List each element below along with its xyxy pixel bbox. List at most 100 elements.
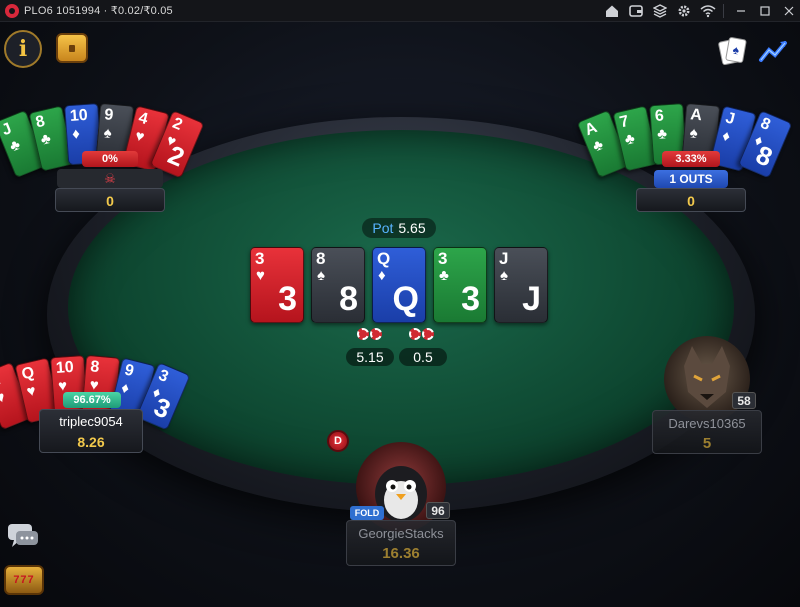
card-suit: ♣ — [7, 135, 23, 155]
chat-icon[interactable] — [6, 522, 40, 552]
card-suit: ♠ — [500, 267, 508, 284]
bottom-player-plate[interactable]: GeorgieStacks 16.36 — [346, 520, 456, 566]
card-suit: ♦ — [378, 267, 386, 284]
right-player-level: 58 — [732, 392, 756, 409]
card-suit: ♥ — [89, 375, 100, 394]
left-equity-badge: 96.67% — [63, 392, 121, 408]
wifi-icon — [697, 0, 719, 22]
maximize-icon[interactable] — [754, 0, 776, 22]
board-card-4: 3 ♣ 3 — [433, 247, 487, 323]
card-suit: ♥ — [25, 381, 38, 401]
bottom-player-name: GeorgieStacks — [358, 526, 444, 541]
top-right-outs-badge: 1 OUTS — [654, 170, 728, 188]
card-suit: ♣ — [39, 129, 53, 149]
board-card-3: Q ♦ Q — [372, 247, 426, 323]
card-suit: ♣ — [590, 135, 606, 155]
card-suit: ♠ — [689, 123, 699, 142]
window-title: PLO6 1051994 · ₹0.02/₹0.05 — [24, 5, 173, 17]
card-rank-large: 3 — [278, 280, 297, 318]
bet-amount-1: 5.15 — [346, 348, 394, 366]
card-suit: ♠ — [103, 123, 113, 142]
card-rank: 3 — [155, 366, 171, 386]
card-rank: 8 — [757, 114, 773, 134]
left-player-plate[interactable]: triplec9054 8.26 — [39, 409, 143, 453]
dealer-button: D — [327, 430, 349, 452]
card-rank: 8 — [34, 112, 47, 131]
hand-history-icon[interactable]: ♠ — [717, 36, 747, 66]
card-rank: 3 — [438, 249, 448, 268]
right-player-name: Darevs10365 — [668, 416, 746, 431]
card-rank: 9 — [122, 361, 136, 380]
top-left-equity-badge: 0% — [82, 151, 138, 167]
card-suit: ♣ — [439, 267, 449, 284]
info-rank-icon: i — [18, 36, 28, 62]
card-rank: 3 — [255, 249, 265, 268]
card-suit: ♥ — [256, 267, 265, 284]
card-rank-large: 8 — [339, 280, 358, 318]
card-suit: ♠ — [317, 267, 325, 284]
card-suit: ♥ — [0, 387, 8, 407]
title-bar: PLO6 1051994 · ₹0.02/₹0.05 — [0, 0, 800, 22]
home-icon[interactable] — [601, 0, 623, 22]
card-rank: 10 — [69, 106, 89, 125]
bottom-player-stack: 16.36 — [382, 545, 420, 562]
top-right-equity-badge: 3.33% — [662, 151, 720, 167]
card-rank: J — [723, 109, 737, 128]
card-rank: Q — [20, 363, 37, 383]
close-icon[interactable] — [778, 0, 800, 22]
stats-chart-icon[interactable] — [758, 36, 790, 66]
bottom-player-fold-tag: FOLD — [350, 506, 384, 520]
card-suit: ♣ — [623, 129, 637, 149]
lobby-button[interactable]: i — [4, 30, 42, 68]
skull-icon: ☠ — [104, 170, 116, 186]
left-player-name: triplec9054 — [59, 414, 123, 429]
card-rank-large: Q — [392, 280, 419, 318]
cashier-icon[interactable] — [625, 0, 647, 22]
card-rank: 9 — [103, 105, 114, 124]
card-rank: A — [689, 105, 703, 124]
card-suit: ♥ — [133, 126, 147, 146]
card-rank-large: J — [522, 280, 541, 318]
title-divider — [723, 4, 724, 18]
top-right-player-hand: A ♣ 7 ♣ 6 ♣ A ♠ J ♦ 8 ♦ 8 — [576, 92, 793, 182]
app-logo-icon — [5, 3, 19, 18]
right-player-plate[interactable]: Darevs10365 5 — [652, 410, 762, 454]
left-player-stack: 8.26 — [77, 434, 105, 450]
card-rank: 7 — [618, 112, 631, 131]
card-rank: Q — [377, 249, 391, 268]
bet-chips-1 — [357, 328, 383, 340]
treasure-chest-icon[interactable] — [56, 33, 88, 63]
card-suit: ♣ — [656, 124, 668, 143]
card-rank: J — [499, 249, 509, 268]
board-card-1: 3 ♥ 3 — [250, 247, 304, 323]
card-rank: 2 — [169, 114, 185, 134]
top-left-stack: 0 — [106, 193, 114, 209]
top-right-stack: 0 — [687, 193, 695, 209]
top-left-player-plate: 0 — [55, 188, 165, 212]
card-suit: ♦ — [119, 378, 131, 398]
card-suit: ♦ — [71, 124, 81, 143]
settings-icon[interactable] — [673, 0, 695, 22]
card-rank-large: 3 — [461, 280, 480, 318]
bottom-player-level: 96 — [426, 502, 450, 519]
right-player-stack: 5 — [702, 435, 712, 452]
poker-room: i ♠ J ♣ 8 ♣ 10 ♦ 9 ♠ 4 ♥ 2 ♥ 2 0% ☠ 0 A ♣ 7 ♣ 6 ♣ A ♠ J ♦ 8 ♦ 8 … — [0, 22, 800, 607]
board-card-5: J ♠ J — [494, 247, 548, 323]
board-card-2: 8 ♠ 8 — [311, 247, 365, 323]
card-rank: 6 — [654, 106, 665, 125]
card-rank: 8 — [316, 249, 326, 268]
card-rank: J — [0, 119, 15, 139]
bet-chips-2 — [409, 328, 435, 340]
card-rank: 10 — [55, 358, 75, 377]
card-suit: ♦ — [720, 126, 732, 146]
top-left-status-box: ☠ — [57, 169, 163, 188]
pot-value: 5.65 — [398, 220, 426, 236]
card-rank: 4 — [136, 109, 150, 128]
layers-icon[interactable] — [649, 0, 671, 22]
top-right-player-plate: 0 — [636, 188, 746, 212]
slot-machine-icon[interactable]: 777 — [4, 565, 44, 595]
pot-label: Pot — [372, 220, 394, 236]
card-rank: 8 — [89, 357, 100, 376]
bet-amount-2: 0.5 — [399, 348, 447, 366]
minimize-icon[interactable] — [730, 0, 752, 22]
